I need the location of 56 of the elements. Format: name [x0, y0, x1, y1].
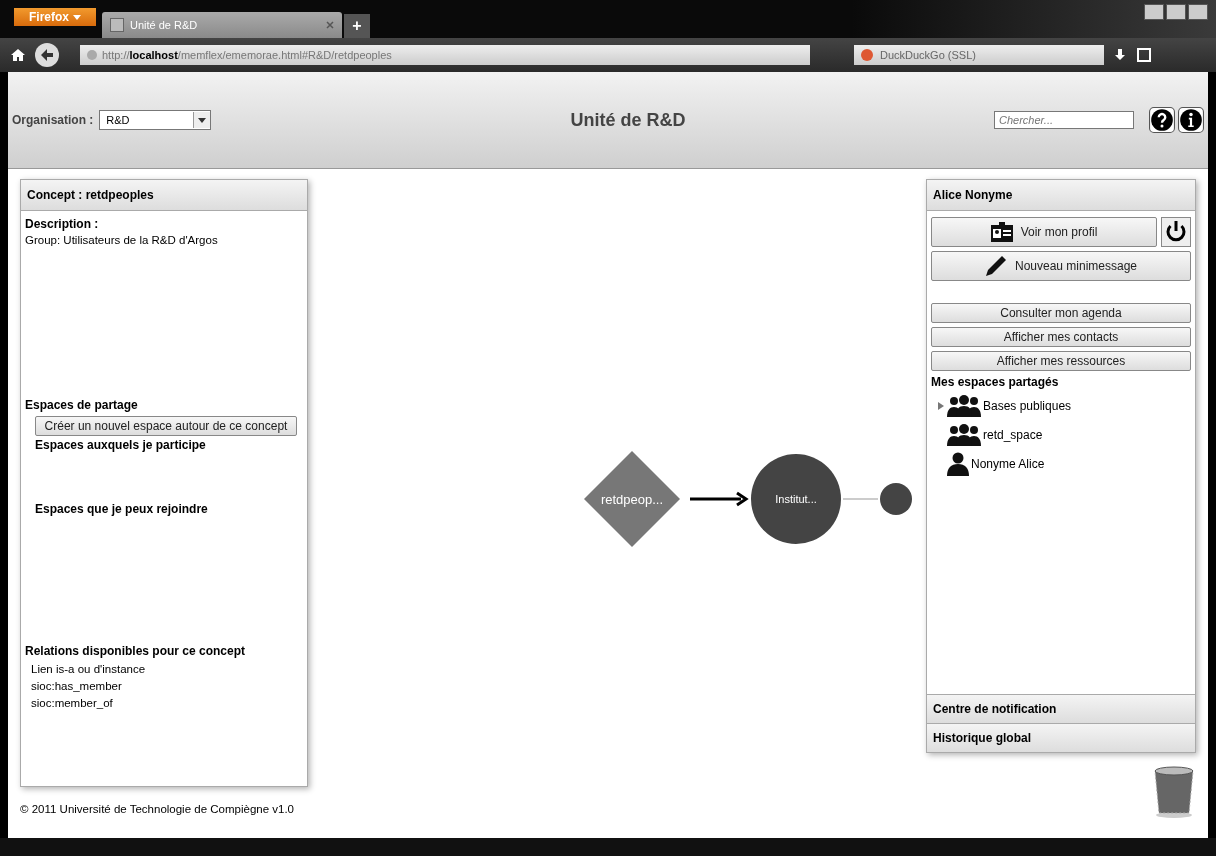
close-icon[interactable] — [326, 21, 334, 29]
action-button[interactable]: Consulter mon agenda — [931, 303, 1191, 323]
search-field[interactable]: Chercher... — [994, 111, 1134, 129]
space-item[interactable]: Bases publiques — [983, 398, 1072, 413]
pencil-icon — [984, 255, 1007, 277]
page-title: Unité de R&D — [569, 109, 687, 131]
browser-search-field[interactable]: DuckDuckGo (SSL) — [854, 45, 1104, 65]
trash-icon[interactable] — [1152, 765, 1196, 819]
organisation-label: Organisation : — [12, 113, 94, 127]
person-icon — [947, 451, 969, 476]
profile-card-icon — [990, 222, 1013, 242]
history-header[interactable]: Historique global — [927, 723, 1195, 752]
space-item[interactable]: retd_space — [983, 427, 1043, 442]
notification-header[interactable]: Centre de notification — [927, 694, 1195, 723]
new-message-button[interactable]: Nouveau minimessage — [931, 251, 1191, 281]
description-label: Description : — [25, 217, 100, 231]
relation-item[interactable]: sioc:has_member — [31, 680, 303, 692]
expand-icon[interactable] — [937, 401, 945, 410]
home-icon[interactable] — [10, 47, 26, 63]
relation-item[interactable]: sioc:member_of — [31, 697, 303, 709]
arrow — [690, 491, 749, 507]
help-icon[interactable] — [1149, 107, 1175, 133]
new-tab-button[interactable]: + — [344, 14, 370, 38]
globe-icon — [86, 49, 98, 61]
info-icon[interactable] — [1178, 107, 1204, 133]
create-space-button[interactable]: Créer un nouvel espace autour de ce concept — [35, 416, 297, 436]
concept-node[interactable]: Institut... — [751, 454, 841, 544]
back-icon[interactable] — [34, 42, 60, 68]
bookmarks-icon[interactable] — [1136, 47, 1152, 63]
power-icon[interactable] — [1161, 217, 1191, 247]
section-heading: Relations disponibles pour ce concept — [25, 644, 247, 658]
profile-button[interactable]: Voir mon profil — [931, 217, 1157, 247]
section-heading: Espaces de partage — [25, 398, 139, 412]
page-icon — [110, 18, 124, 32]
group-icon — [947, 394, 981, 417]
caret-icon — [73, 14, 81, 20]
panel-title: Alice Nonyme — [927, 180, 1195, 211]
panel-title: Concept : retdpeoples — [21, 180, 307, 211]
relation-item[interactable]: Lien is-a ou d'instance — [31, 663, 303, 675]
action-button[interactable]: Afficher mes ressources — [931, 351, 1191, 371]
address-bar[interactable]: http://localhost/memflex/ememorae.html#R&D/retdpeoples — [80, 45, 810, 65]
organisation-select[interactable]: R&D — [99, 110, 212, 130]
description-text: Group: Utilisateurs de la R&D d'Argos — [25, 234, 219, 246]
dropdown-icon — [198, 117, 207, 123]
group-icon — [947, 423, 981, 446]
footer-text: © 2011 Université de Technologie de Compiègne v1.0 — [20, 803, 295, 815]
search-engine-icon[interactable] — [860, 48, 874, 62]
section-heading: Espaces auxquels je participe — [35, 438, 207, 452]
connector-line — [842, 498, 879, 500]
section-heading: Espaces que je peux rejoindre — [35, 502, 209, 516]
action-button[interactable]: Afficher mes contacts — [931, 327, 1191, 347]
concept-node[interactable]: retdpeop... — [584, 451, 680, 547]
section-heading: Mes espaces partagés — [931, 375, 1060, 389]
window-controls[interactable] — [1144, 4, 1208, 20]
concept-node[interactable] — [880, 483, 912, 515]
space-item[interactable]: Nonyme Alice — [971, 456, 1045, 471]
